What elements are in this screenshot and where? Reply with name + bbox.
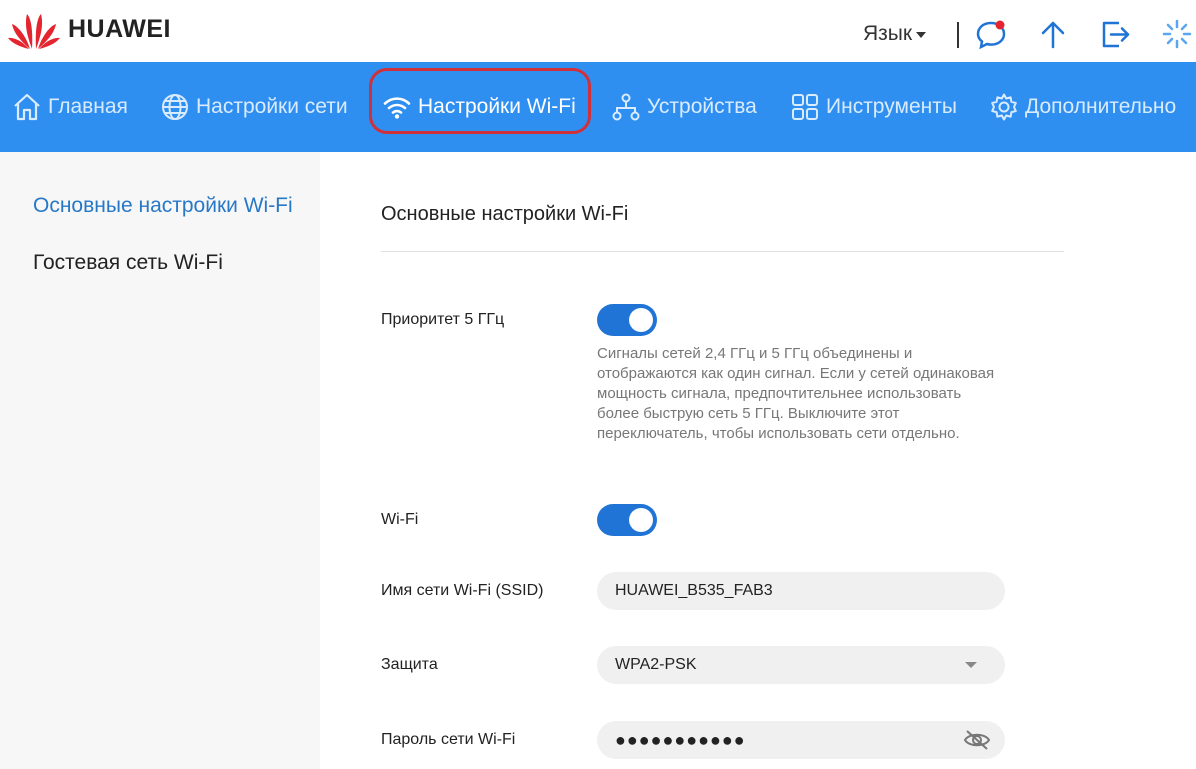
brand-name: HUAWEI [68,14,171,43]
active-tab-highlight [369,68,591,134]
security-label: Защита [381,656,438,673]
wifi-label: Wi-Fi [381,511,419,528]
logout-icon[interactable] [1099,18,1131,50]
priority-5ghz-hint: Сигналы сетей 2,4 ГГц и 5 ГГц объединены… [597,345,995,442]
eye-hidden-icon[interactable] [963,728,991,757]
nav-devices-label: Устройства [647,95,757,118]
huawei-logo: HUAWEI [8,8,171,50]
nav-home-label: Главная [48,95,128,118]
language-label: Язык [863,22,913,45]
page-title: Основные настройки Wi-Fi [381,203,629,225]
ssid-field[interactable] [597,572,1005,610]
header-divider [957,22,959,48]
ssid-input[interactable] [615,582,987,600]
security-select[interactable]: WPA2-PSK [597,646,1005,684]
tools-icon [792,94,818,120]
nav-network-settings-label: Настройки сети [196,95,348,118]
upload-icon[interactable] [1037,18,1069,50]
main-navigation: Главная Настройки сети Настройки Wi-Fi У… [0,62,1196,152]
huawei-flower-icon [8,14,60,49]
toggle-knob [629,308,653,332]
nav-tools-label: Инструменты [826,95,957,118]
priority-5ghz-label: Приоритет 5 ГГц [381,311,505,328]
top-header: HUAWEI Язык [0,0,1196,62]
nav-advanced-label: Дополнительно [1025,95,1177,118]
wifi-toggle[interactable] [597,504,657,536]
password-masked-value: ●●●●●●●●●●● [615,729,746,750]
nav-tools[interactable]: Инструменты [790,62,957,152]
message-icon[interactable] [975,18,1007,50]
nav-home[interactable]: Главная [12,62,128,152]
ssid-label: Имя сети Wi-Fi (SSID) [381,582,544,599]
sidebar: Основные настройки Wi-Fi Гостевая сеть W… [0,152,320,769]
devices-icon [612,93,640,121]
sidebar-item-guest-wifi[interactable]: Гостевая сеть Wi-Fi [33,251,223,275]
loading-icon[interactable] [1161,18,1193,50]
priority-5ghz-toggle[interactable] [597,304,657,336]
globe-icon [162,94,188,120]
chevron-down-icon [916,32,927,38]
nav-network-settings[interactable]: Настройки сети [160,62,348,152]
sidebar-item-basic-wifi[interactable]: Основные настройки Wi-Fi [33,194,293,218]
security-selected-value: WPA2-PSK [615,656,697,673]
chevron-down-icon [965,662,977,668]
language-selector[interactable]: Язык [863,22,927,46]
title-divider [381,251,1064,252]
toggle-knob [629,508,653,532]
password-field[interactable]: ●●●●●●●●●●● [597,721,1005,759]
home-icon [14,93,40,121]
password-label: Пароль сети Wi-Fi [381,731,516,748]
nav-devices[interactable]: Устройства [611,62,757,152]
gear-icon [991,93,1017,121]
nav-advanced[interactable]: Дополнительно [989,62,1176,152]
